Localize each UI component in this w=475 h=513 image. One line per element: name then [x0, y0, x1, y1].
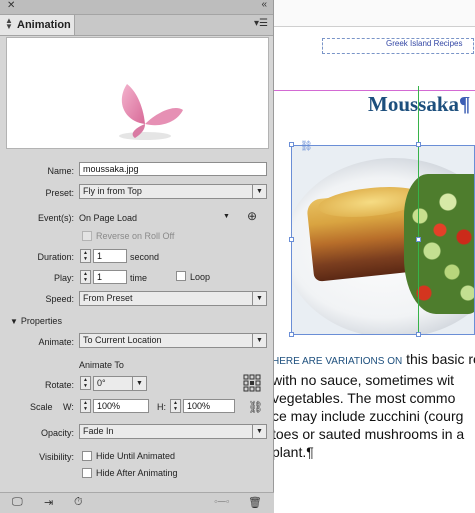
play-stepper[interactable]: ▲ ▼	[80, 270, 91, 284]
animate-value: To Current Location	[83, 335, 162, 345]
preset-select[interactable]: Fly in from Top ▼	[79, 184, 267, 199]
constrain-proportions-icon[interactable]: ⛓	[248, 400, 263, 414]
resize-handle[interactable]	[289, 237, 294, 242]
body-line: vegetables. The most commo	[272, 390, 456, 406]
reference-point-icon[interactable]	[243, 374, 261, 392]
visibility-label: Visibility:	[39, 452, 74, 462]
duration-field[interactable]: 1	[93, 249, 127, 263]
close-icon[interactable]: ✕	[7, 0, 15, 11]
rotate-stepper[interactable]: ▲ ▼	[80, 376, 91, 390]
scale-label: Scale	[30, 402, 53, 412]
animate-select[interactable]: To Current Location ▼	[79, 333, 267, 348]
duration-label: Duration:	[37, 252, 74, 262]
hide-until-animated-label: Hide Until Animated	[96, 451, 176, 461]
page-top-edge	[270, 26, 475, 27]
salad-graphic	[404, 174, 474, 314]
preset-label: Preset:	[45, 188, 74, 198]
panel-bottom-toolbar: 🖵 ⇥ ⏱ ◦─◦ 🗑	[0, 492, 274, 513]
body-line: ce may include zucchini (courg	[272, 408, 464, 424]
properties-section-toggle[interactable]: ▼ Properties	[10, 316, 62, 326]
properties-label: Properties	[20, 316, 62, 326]
events-label: Event(s):	[37, 213, 74, 223]
loop-checkbox[interactable]	[176, 271, 186, 281]
name-field[interactable]: moussaka.jpg	[79, 162, 267, 176]
moussaka-image-frame[interactable]	[291, 145, 475, 335]
timing-icon[interactable]: ⏱	[74, 496, 83, 509]
chevron-down-icon[interactable]: ▼	[252, 425, 266, 438]
disclosure-triangle-icon[interactable]: ▼	[10, 317, 18, 326]
loop-label: Loop	[190, 272, 211, 282]
speed-value: From Preset	[83, 293, 133, 303]
convert-to-motion-path-icon[interactable]: ⇥	[44, 496, 53, 509]
speed-select[interactable]: From Preset ▼	[79, 291, 267, 306]
rotate-value: 0°	[97, 378, 106, 388]
events-select[interactable]: On Page Load ▼	[79, 213, 234, 223]
resize-handle[interactable]	[416, 142, 421, 147]
scale-w-stepper[interactable]: ▲ ▼	[80, 399, 91, 413]
chevron-down-icon[interactable]: ▼	[223, 213, 230, 220]
body-line: toes or sauted mushrooms in a	[272, 426, 465, 442]
reverse-roll-off-checkbox[interactable]	[82, 231, 92, 241]
scale-h-label: H:	[157, 402, 166, 412]
header-text: Greek Island Recipes	[386, 39, 463, 48]
rotate-select[interactable]: 0° ▼	[93, 376, 147, 391]
collapse-panel-icon[interactable]: «	[261, 0, 267, 10]
opacity-value: Fade In	[83, 426, 114, 436]
play-field[interactable]: 1	[93, 270, 127, 284]
resize-handle[interactable]	[289, 332, 294, 337]
link-icon[interactable]: ⛓	[300, 141, 313, 152]
panel-tab-bar: ▲ ▼ Animation ▾☰	[0, 15, 273, 36]
preview-spread-icon[interactable]: 🖵	[12, 496, 23, 509]
document-title: Moussaka¶	[368, 92, 471, 116]
chevron-down-icon[interactable]: ▼	[132, 377, 146, 390]
resize-handle[interactable]	[416, 237, 421, 242]
duration-unit: second	[130, 252, 160, 262]
name-label: Name:	[47, 166, 74, 176]
event-trigger-icon[interactable]: ⊕	[247, 209, 257, 223]
preset-value: Fly in from Top	[83, 186, 142, 196]
play-label: Play:	[53, 273, 74, 283]
resize-handle[interactable]	[416, 332, 421, 337]
tab-expand-icon[interactable]: ▲ ▼	[5, 17, 13, 31]
scale-h-stepper[interactable]: ▲ ▼	[170, 399, 181, 413]
animation-preview	[6, 37, 269, 149]
panel-title-bar[interactable]: ✕ «	[0, 0, 273, 15]
smart-guide-line	[418, 86, 419, 336]
scale-h-field[interactable]: 100%	[183, 399, 235, 413]
motion-path-icon[interactable]: ◦─◦	[214, 496, 230, 508]
play-unit: time	[130, 273, 148, 283]
tab-label: Animation	[17, 19, 71, 31]
body-line: HERE ARE VARIATIONS ON this basic re	[272, 351, 475, 367]
rotate-label: Rotate:	[44, 380, 74, 390]
resize-handle[interactable]	[289, 142, 294, 147]
body-text-frame[interactable]: HERE ARE VARIATIONS ON this basic re wit…	[272, 350, 475, 461]
events-value: On Page Load	[79, 213, 138, 223]
opacity-label: Opacity:	[40, 428, 74, 438]
butterfly-icon	[119, 84, 183, 140]
hide-after-animating-label: Hide After Animating	[96, 468, 178, 478]
chevron-down-icon[interactable]: ▼	[252, 292, 266, 305]
opacity-select[interactable]: Fade In ▼	[79, 424, 267, 439]
reverse-roll-off-label: Reverse on Roll Off	[96, 231, 175, 241]
animate-to-label: Animate To	[79, 360, 124, 370]
hide-until-animated-checkbox[interactable]	[82, 451, 92, 461]
panel-menu-icon[interactable]: ▾☰	[254, 18, 268, 29]
scale-w-label: W:	[63, 402, 74, 412]
trash-icon[interactable]: 🗑	[248, 496, 262, 509]
hide-after-animating-checkbox[interactable]	[82, 468, 92, 478]
body-line: with no sauce, sometimes wit	[272, 372, 455, 388]
animation-panel: ✕ « ▲ ▼ Animation ▾☰ Name: moussaka.jpg P…	[0, 0, 274, 513]
chevron-down-icon[interactable]: ▼	[252, 185, 266, 198]
chevron-down-icon[interactable]: ▼	[252, 334, 266, 347]
speed-label: Speed:	[45, 294, 74, 304]
animate-label: Animate:	[38, 337, 74, 347]
tab-animation[interactable]: ▲ ▼ Animation	[0, 15, 75, 35]
scale-w-field[interactable]: 100%	[93, 399, 149, 413]
margin-guide	[270, 90, 475, 91]
duration-stepper[interactable]: ▲ ▼	[80, 249, 91, 263]
body-line: plant.¶	[272, 444, 314, 460]
